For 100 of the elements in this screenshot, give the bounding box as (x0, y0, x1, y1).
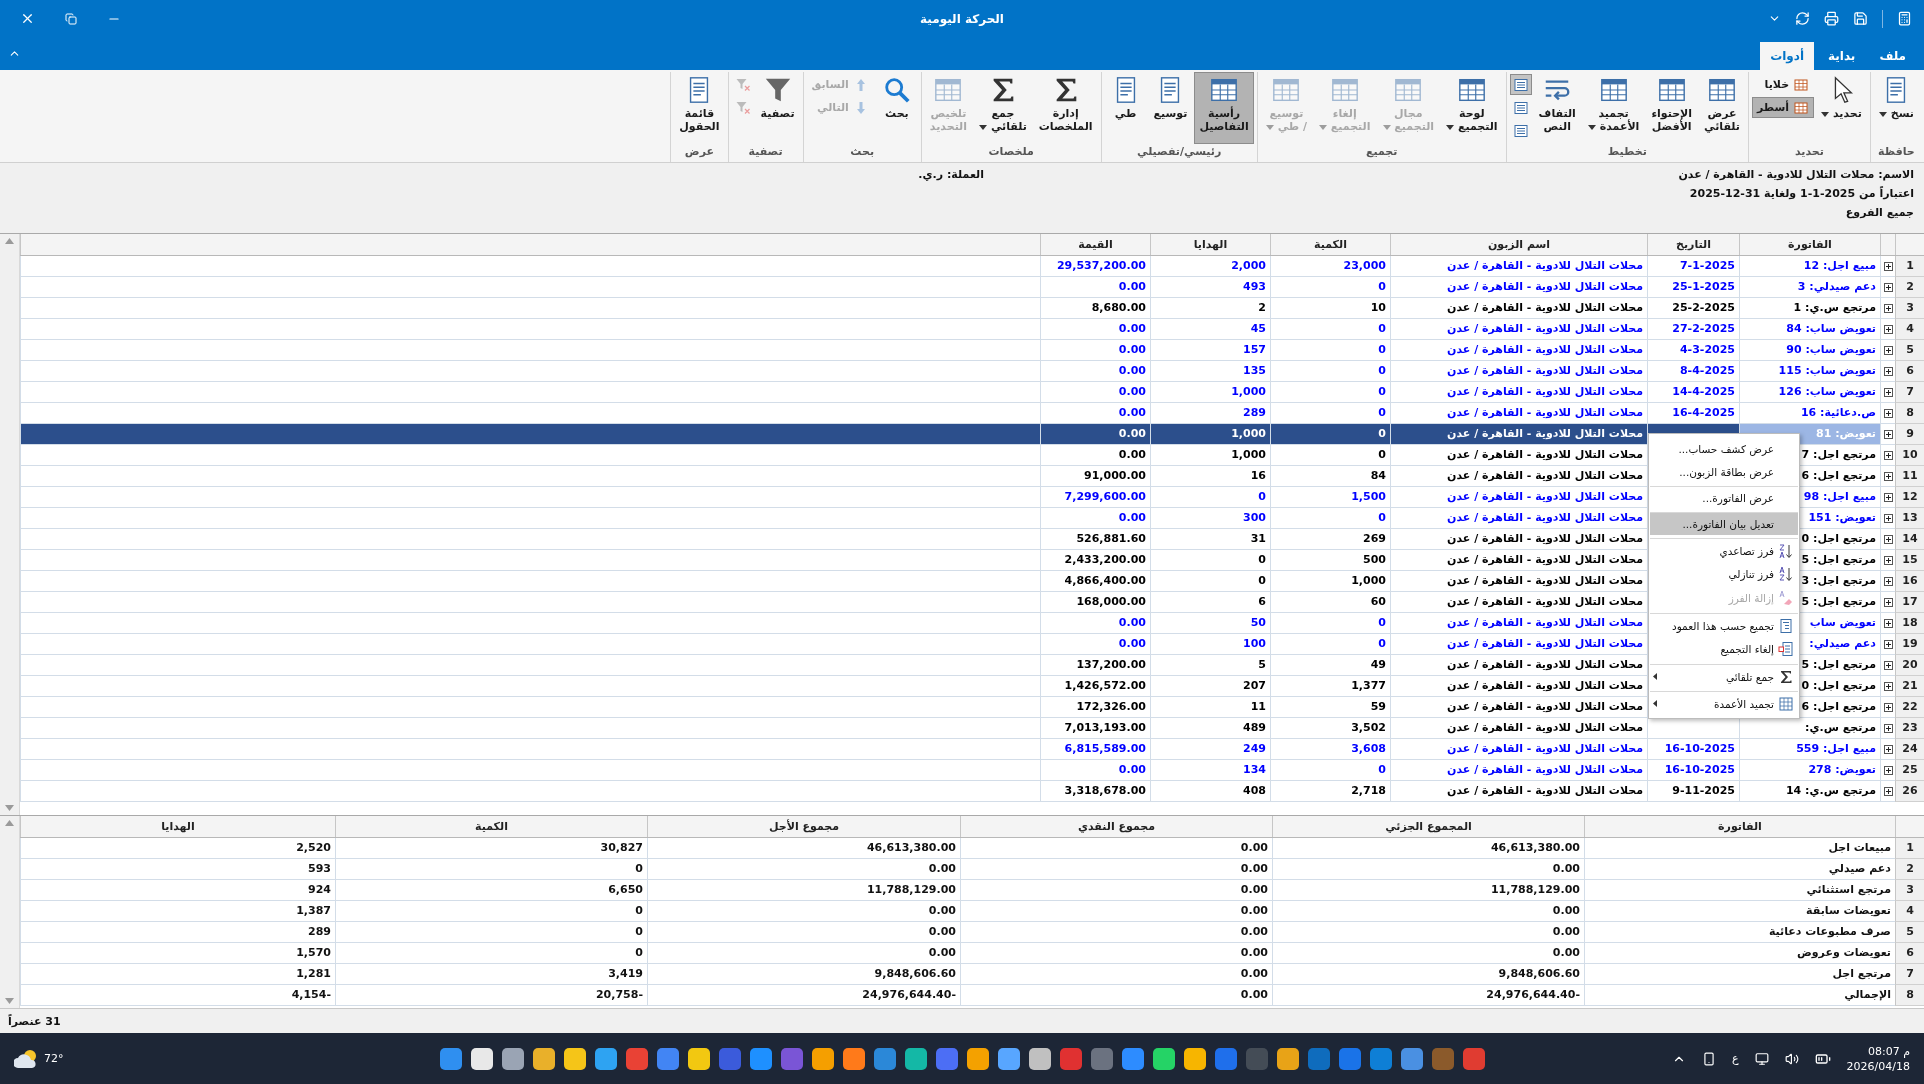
menu-item[interactable]: فرز تصاعدي (1650, 538, 1798, 562)
table-cell: 500 (1363, 553, 1386, 566)
scrollbar[interactable] (0, 234, 20, 815)
column-header[interactable]: التاريخ (1647, 234, 1739, 255)
volume-icon[interactable] (1784, 1051, 1799, 1066)
ribbon-button[interactable]: توسيع (1148, 72, 1193, 144)
ribbon-icon-button[interactable] (1509, 74, 1532, 95)
app-icon[interactable] (687, 1047, 710, 1070)
ribbon-button[interactable]: نسخ (1873, 72, 1919, 144)
ribbon-button[interactable]: عرض تلقائي (1699, 72, 1745, 144)
column-header[interactable]: القيمة (1040, 234, 1150, 255)
row-number: 1 (1895, 838, 1924, 859)
column-header[interactable]: الفاتورة (1739, 234, 1880, 255)
column-header[interactable]: المجموع الجزئي (1272, 816, 1584, 837)
column-header[interactable]: اسم الزبون (1390, 234, 1647, 255)
ribbon-button[interactable]: بحث (875, 72, 918, 144)
table-cell: مرتجع اجل: 5 (1801, 553, 1876, 566)
app-icon[interactable] (470, 1047, 493, 1070)
menu-item[interactable]: إلغاء التجميع (1650, 637, 1798, 661)
clock-time[interactable]: 08:07 م (1868, 1044, 1910, 1058)
app-icon[interactable] (1183, 1047, 1206, 1070)
table-cell: 50 (1250, 616, 1266, 629)
table-cell: 1,570 (296, 946, 331, 959)
table-cell: -24,976,644.40 (1486, 988, 1580, 1001)
table-cell: 5 (1258, 658, 1266, 671)
table-cell: 7,299,600.00 (1064, 490, 1146, 503)
app-icon[interactable] (501, 1047, 524, 1070)
save-icon[interactable] (1853, 11, 1868, 26)
row-number: 13 (1895, 508, 1924, 529)
ribbon-tab[interactable]: بداية (1818, 42, 1866, 70)
table-cell: 1,377 (1351, 679, 1386, 692)
menu-item[interactable]: فرز تنازلي (1650, 562, 1798, 586)
close-icon[interactable] (20, 11, 35, 26)
table-cell: 0.00 (1552, 925, 1580, 938)
app-icon[interactable] (966, 1047, 989, 1070)
column-header[interactable]: مجموع النقدي (960, 816, 1272, 837)
ribbon-button[interactable]: خلايا (1752, 74, 1815, 95)
row-number: 9 (1895, 424, 1924, 445)
table-cell: محلات التلال للادوية - القاهرة / عدن (1447, 406, 1643, 419)
table-cell: محلات التلال للادوية - القاهرة / عدن (1447, 343, 1643, 356)
menu-item[interactable]: تجميع حسب هذا العمود (1650, 613, 1798, 637)
table-cell: 168,000.00 (1076, 595, 1146, 608)
app-icon[interactable] (811, 1047, 834, 1070)
ribbon-button[interactable]: أسطر (1752, 97, 1815, 118)
phone-icon[interactable] (1702, 1051, 1716, 1066)
table-cell: محلات التلال للادوية - القاهرة / عدن (1447, 637, 1643, 650)
print-icon[interactable] (1824, 11, 1839, 26)
app-icon[interactable] (1152, 1047, 1175, 1070)
table-cell: دعم صيدلي: 3 (1797, 280, 1876, 293)
app-icon[interactable] (842, 1047, 865, 1070)
ribbon-button[interactable]: جمع تلقائي (974, 72, 1032, 144)
ribbon-tab[interactable]: ملف (1869, 42, 1916, 70)
table-cell: تعويض: 81 (1816, 427, 1876, 440)
ribbon-button[interactable]: الإحتواء الأفضل (1646, 72, 1698, 144)
table-cell: محلات التلال للادوية - القاهرة / عدن (1447, 322, 1643, 335)
ribbon-button[interactable]: لوحة التجميع (1441, 72, 1503, 144)
app-icon[interactable] (532, 1047, 555, 1070)
ribbon-button[interactable]: تجميد الأعمدة (1582, 72, 1645, 144)
table-cell: 2 (1258, 301, 1266, 314)
item-count: 31 عنصراً (8, 1014, 61, 1028)
menu-item[interactable]: تعديل بيان الفاتورة... (1650, 512, 1798, 535)
menu-item[interactable]: جمع تلقائي (1650, 664, 1798, 688)
ribbon-button[interactable]: التفاف النص (1533, 72, 1581, 144)
ribbon-button[interactable]: تحديد (1816, 72, 1867, 144)
row-number: 21 (1895, 676, 1924, 697)
app-icon[interactable] (904, 1047, 927, 1070)
app-icon[interactable] (563, 1047, 586, 1070)
column-header[interactable]: الكمية (335, 816, 647, 837)
ribbon-button[interactable]: طي (1104, 72, 1147, 144)
table-cell: 9,848,606.60 (1498, 967, 1580, 980)
column-header[interactable]: الكمية (1270, 234, 1390, 255)
clock-date[interactable]: 2026/04/18 (1846, 1059, 1910, 1073)
app-icon[interactable] (1028, 1047, 1051, 1070)
restore-icon[interactable] (65, 12, 77, 25)
column-header[interactable]: مجموع الأجل (647, 816, 960, 837)
app-icon[interactable] (594, 1047, 617, 1070)
period-text: اعتباراً من 2025-1-1 ولغاية 31-12-2025 (1688, 186, 1914, 202)
ribbon-tab[interactable]: أدوات (1760, 42, 1815, 70)
table-cell: 25-1-2025 (1672, 280, 1735, 293)
menu-item[interactable]: عرض الفاتورة... (1650, 486, 1798, 509)
monitor-icon[interactable] (1754, 1051, 1769, 1066)
refresh-icon[interactable] (1795, 11, 1810, 26)
table-cell: 3,419 (608, 967, 643, 980)
scrollbar[interactable] (0, 816, 20, 1008)
menu-item[interactable]: عرض كشف حساب... (1650, 437, 1798, 460)
column-header[interactable]: الهدايا (1150, 234, 1270, 255)
app-icon[interactable] (1276, 1047, 1299, 1070)
ribbon-button[interactable]: رأسية التفاصيل (1194, 72, 1254, 144)
menu-item[interactable]: عرض بطاقة الزبون... (1650, 460, 1798, 483)
calculator-icon[interactable] (1897, 11, 1912, 26)
language-indicator[interactable]: ع (1732, 1052, 1739, 1065)
app-icon[interactable] (997, 1047, 1020, 1070)
ribbon-group-label: تحديد (1794, 144, 1825, 160)
table-cell: صرف مطبوعات دعائية (1768, 925, 1891, 938)
ribbon-button[interactable]: إدارة الملخصات (1033, 72, 1098, 144)
caret-icon (1878, 112, 1887, 117)
column-header[interactable]: الفاتورة (1584, 816, 1895, 837)
ribbon-button[interactable]: تصفية (755, 72, 800, 144)
menu-item[interactable]: تجميد الأعمدة (1650, 691, 1798, 715)
ribbon-button[interactable]: قائمة الحقول (674, 72, 725, 144)
